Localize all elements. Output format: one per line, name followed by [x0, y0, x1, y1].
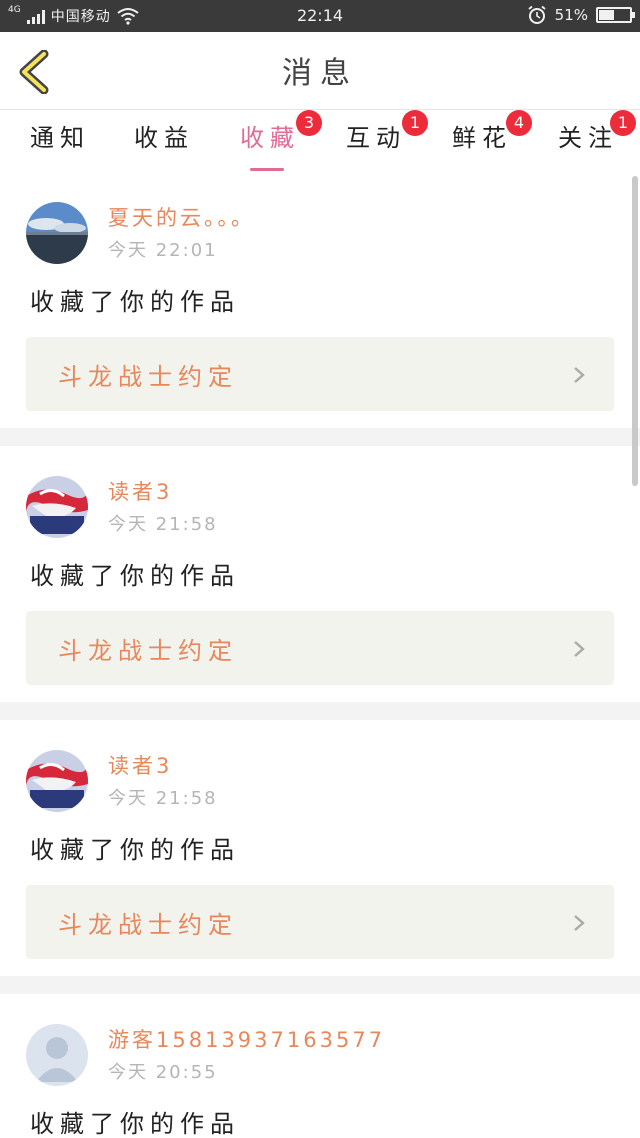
default-user-avatar — [26, 1024, 88, 1086]
username[interactable]: 游客15813937163577 — [108, 1024, 385, 1054]
sea-sky-avatar — [26, 202, 88, 264]
flag-avatar — [26, 750, 88, 812]
scrollbar[interactable] — [632, 176, 638, 486]
list-item[interactable]: 读者3 今天 21:58 收藏了你的作品 斗龙战士约定 — [0, 446, 640, 702]
tab-bar: 通知 收益 收藏 3 互动 1 鲜花 4 关注 1 — [0, 110, 640, 172]
divider — [0, 976, 640, 994]
work-title: 斗龙战士约定 — [58, 363, 238, 391]
avatar[interactable] — [26, 476, 88, 538]
tab-badge: 1 — [610, 110, 636, 136]
tab-label: 通知 — [30, 124, 90, 152]
active-tab-indicator — [250, 168, 284, 171]
tab-label: 鲜花 — [452, 124, 512, 152]
action-text: 收藏了你的作品 — [30, 836, 240, 864]
status-bar: 4G 中国移动 22:14 51% — [0, 0, 640, 32]
work-link[interactable]: 斗龙战士约定 — [26, 885, 614, 959]
username[interactable]: 读者3 — [108, 750, 172, 780]
battery-percent: 51% — [554, 6, 588, 24]
avatar[interactable] — [26, 1024, 88, 1086]
tab-notifications[interactable]: 通知 — [30, 118, 90, 172]
username[interactable]: 读者3 — [108, 476, 172, 506]
action-text: 收藏了你的作品 — [30, 562, 240, 590]
tab-label: 收益 — [134, 124, 194, 152]
divider — [0, 702, 640, 720]
work-link[interactable]: 斗龙战士约定 — [26, 611, 614, 685]
list-item[interactable]: 游客15813937163577 今天 20:55 收藏了你的作品 — [0, 994, 640, 1138]
flag-avatar — [26, 476, 88, 538]
tab-badge: 4 — [506, 110, 532, 136]
work-title: 斗龙战士约定 — [58, 637, 238, 665]
tab-label: 互动 — [346, 124, 406, 152]
tab-following[interactable]: 关注 1 — [558, 110, 636, 172]
timestamp: 今天 21:58 — [108, 514, 218, 535]
username[interactable]: 夏天的云。。。 — [108, 202, 255, 232]
work-link[interactable]: 斗龙战士约定 — [26, 337, 614, 411]
chevron-right-icon — [574, 915, 585, 931]
timestamp: 今天 22:01 — [108, 240, 218, 261]
action-text: 收藏了你的作品 — [30, 1110, 240, 1138]
action-text: 收藏了你的作品 — [30, 288, 240, 316]
timestamp: 今天 21:58 — [108, 788, 218, 809]
avatar[interactable] — [26, 202, 88, 264]
battery-icon — [596, 7, 635, 23]
chevron-right-icon — [574, 367, 585, 383]
tab-interactions[interactable]: 互动 1 — [346, 110, 428, 172]
divider — [0, 428, 640, 446]
alarm-icon — [528, 5, 546, 24]
tab-label: 关注 — [558, 124, 618, 152]
status-right: 51% — [527, 5, 635, 25]
tab-badge: 1 — [402, 110, 428, 136]
chevron-right-icon — [574, 641, 585, 657]
timestamp: 今天 20:55 — [108, 1062, 218, 1083]
list-item[interactable]: 夏天的云。。。 今天 22:01 收藏了你的作品 斗龙战士约定 — [0, 172, 640, 428]
tab-label: 收藏 — [240, 124, 300, 152]
tab-favorites[interactable]: 收藏 3 — [240, 110, 322, 172]
tab-earnings[interactable]: 收益 — [134, 118, 194, 172]
message-list: 夏天的云。。。 今天 22:01 收藏了你的作品 斗龙战士约定 读者3 今天 2… — [0, 172, 640, 1138]
work-title: 斗龙战士约定 — [58, 911, 238, 939]
header-bar: 消息 — [0, 32, 640, 110]
avatar[interactable] — [26, 750, 88, 812]
list-item[interactable]: 读者3 今天 21:58 收藏了你的作品 斗龙战士约定 — [0, 720, 640, 976]
tab-badge: 3 — [296, 110, 322, 136]
tab-flowers[interactable]: 鲜花 4 — [452, 110, 532, 172]
page-title: 消息 — [282, 56, 358, 91]
